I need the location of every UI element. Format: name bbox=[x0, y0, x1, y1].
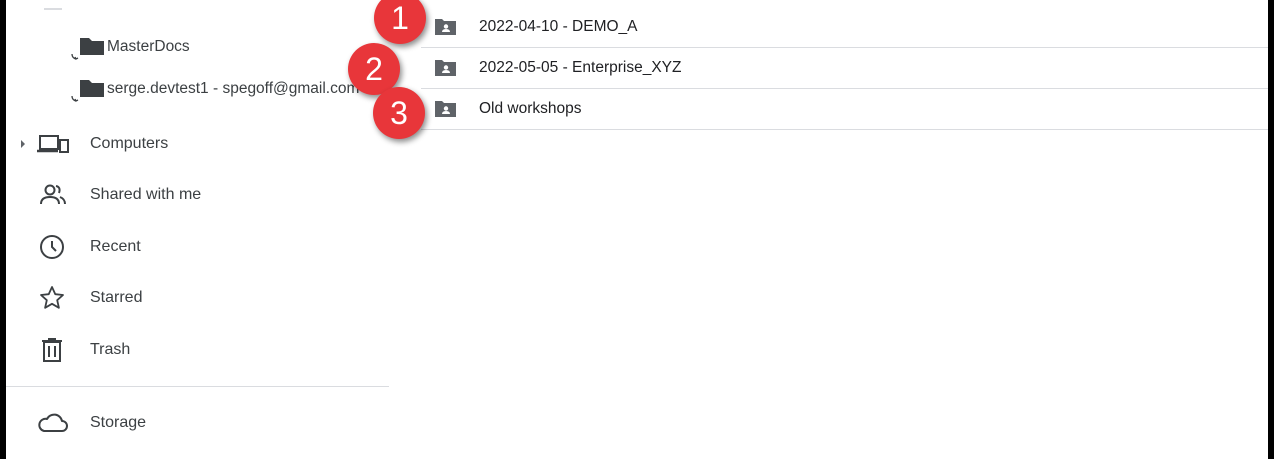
file-name: Old workshops bbox=[479, 100, 582, 117]
sidebar-item-label: serge.devtest1 - spegoff@gmail.com bbox=[107, 80, 360, 97]
sidebar-item-label: MasterDocs bbox=[107, 38, 190, 55]
file-row[interactable]: 2022-04-10 - DEMO_A bbox=[421, 7, 1268, 48]
number-badge-3: 3 bbox=[373, 87, 425, 139]
clock-icon bbox=[20, 227, 90, 267]
trash-icon bbox=[20, 330, 90, 370]
file-row[interactable]: Old workshops bbox=[421, 89, 1268, 130]
sidebar-item-trash[interactable]: Trash bbox=[20, 330, 390, 370]
sidebar-item-masterdocs[interactable]: MasterDocs bbox=[69, 30, 190, 64]
computer-icon bbox=[20, 124, 90, 164]
sidebar-item-storage[interactable]: Storage bbox=[20, 403, 390, 443]
file-name: 2022-04-10 - DEMO_A bbox=[479, 18, 638, 35]
file-name: 2022-05-05 - Enterprise_XYZ bbox=[479, 59, 682, 76]
sidebar-item-computers[interactable]: Computers bbox=[20, 124, 390, 164]
people-icon bbox=[20, 175, 90, 215]
sidebar-item-label: Recent bbox=[90, 238, 141, 255]
sidebar-item-shared-with-me[interactable]: Shared with me bbox=[20, 175, 390, 215]
sidebar-divider bbox=[6, 386, 389, 387]
cloud-icon bbox=[20, 403, 90, 443]
file-row[interactable]: 2022-05-05 - Enterprise_XYZ bbox=[421, 48, 1268, 89]
star-icon bbox=[20, 278, 90, 318]
shared-folder-icon bbox=[421, 7, 479, 47]
sidebar-item-recent[interactable]: Recent bbox=[20, 227, 390, 267]
sidebar: MasterDocs serge.devtest1 - spegoff@gmai… bbox=[6, 0, 389, 459]
shared-drive-icon bbox=[69, 32, 107, 62]
scroll-stub bbox=[44, 0, 62, 10]
shared-drive-icon bbox=[69, 74, 107, 104]
right-frame-border bbox=[1268, 0, 1274, 459]
sidebar-item-label: Storage bbox=[90, 414, 147, 431]
sidebar-item-label: Starred bbox=[90, 289, 143, 306]
shared-folder-icon bbox=[421, 89, 479, 129]
sidebar-item-label: Computers bbox=[90, 135, 169, 152]
sidebar-item-label: Trash bbox=[90, 341, 131, 358]
sidebar-item-label: Shared with me bbox=[90, 186, 202, 203]
sidebar-item-starred[interactable]: Starred bbox=[20, 278, 390, 318]
shared-folder-icon bbox=[421, 48, 479, 88]
file-list: 2022-04-10 - DEMO_A 2022-05-05 - Enterpr… bbox=[389, 0, 1268, 459]
sidebar-item-serge-devtest1[interactable]: serge.devtest1 - spegoff@gmail.com bbox=[69, 72, 389, 106]
